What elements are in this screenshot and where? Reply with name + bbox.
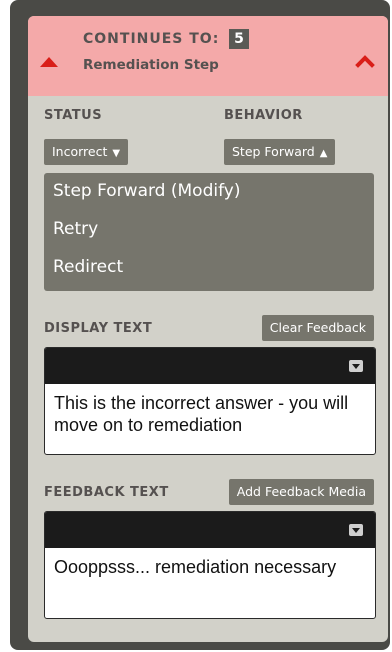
feedback-text-label: FEEDBACK TEXT	[44, 485, 169, 500]
display-text-editor[interactable]: This is the incorrect answer - you will …	[44, 347, 376, 455]
toolbar-dropdown-icon[interactable]	[349, 524, 363, 536]
status-dropdown[interactable]: Incorrect ▼	[44, 139, 129, 165]
editor-toolbar	[45, 348, 375, 384]
behavior-label: BEHAVIOR	[224, 108, 303, 123]
chevron-up-icon[interactable]	[354, 50, 376, 72]
clear-feedback-button[interactable]: Clear Feedback	[261, 315, 374, 341]
display-text-label: DISPLAY TEXT	[44, 321, 153, 336]
behavior-dropdown[interactable]: Step Forward ▲	[224, 139, 336, 165]
feedback-text-editor[interactable]: Oooppsss... remediation necessary	[44, 511, 376, 619]
add-feedback-media-button[interactable]: Add Feedback Media	[228, 479, 374, 505]
continues-to-header[interactable]: CONTINUES TO: 5 Remediation Step	[28, 16, 388, 96]
feedback-card: CONTINUES TO: 5 Remediation Step STATUS …	[28, 16, 388, 642]
behavior-value: Step Forward	[232, 144, 315, 159]
toolbar-dropdown-icon[interactable]	[349, 360, 363, 372]
step-name: Remediation Step	[83, 57, 219, 73]
status-label: STATUS	[44, 108, 103, 123]
triangle-up-icon	[40, 57, 58, 67]
continues-to-label: CONTINUES TO:	[83, 31, 220, 47]
chevron-up-icon: ▲	[319, 148, 328, 159]
step-number-badge: 5	[229, 29, 249, 49]
menu-item-redirect[interactable]: Redirect	[53, 257, 123, 277]
editor-toolbar	[45, 512, 375, 548]
chevron-down-icon: ▼	[112, 148, 121, 159]
menu-item-retry[interactable]: Retry	[53, 219, 98, 239]
menu-item-step-forward-modify[interactable]: Step Forward (Modify)	[53, 181, 240, 201]
behavior-options-menu: Step Forward (Modify) Retry Redirect	[44, 173, 374, 291]
feedback-text-content[interactable]: Oooppsss... remediation necessary	[54, 556, 370, 578]
status-value: Incorrect	[52, 144, 108, 159]
display-text-content[interactable]: This is the incorrect answer - you will …	[54, 392, 370, 436]
